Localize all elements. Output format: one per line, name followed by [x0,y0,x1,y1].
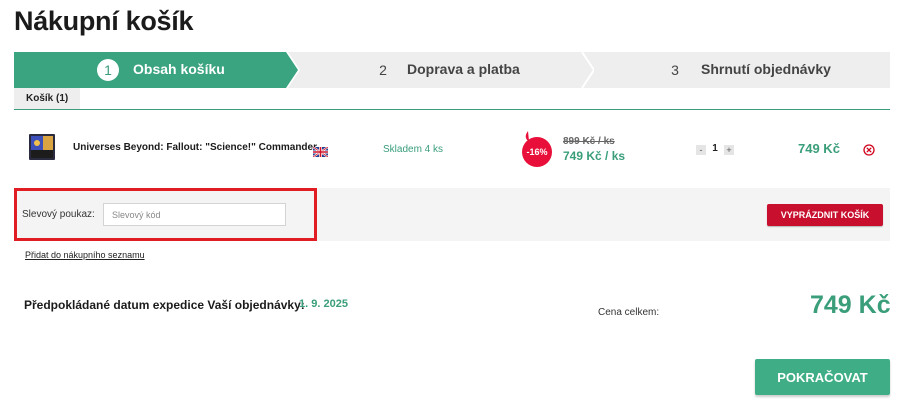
product-image[interactable] [26,131,58,163]
quantity-value[interactable]: 1 [711,143,719,154]
line-total: 749 Kč [798,141,840,156]
uk-flag-icon [312,144,329,158]
checkout-steps: 3 Shrnutí objednávky 2 Doprava a platba … [14,52,890,88]
total-label: Cena celkem: [598,307,660,318]
expedition-date: 1. 9. 2025 [299,298,348,310]
voucher-label: Slevový poukaz: [22,209,95,220]
step-summary-label: Shrnutí objednávky [701,61,831,77]
step-shipping-label: Doprava a platba [407,61,520,77]
step-shipping-number: 2 [379,62,387,78]
new-price: 749 Kč / ks [563,149,626,163]
tab-cart[interactable]: Košík (1) [14,88,81,109]
continue-button[interactable]: POKRAČOVAT [755,359,890,395]
step-cart-label: Obsah košíku [133,61,225,77]
product-box-icon [29,134,55,160]
product-name-link[interactable]: Universes Beyond: Fallout: "Science!" Co… [73,142,325,153]
step-cart-number: 1 [97,59,119,81]
empty-cart-button[interactable]: VYPRÁZDNIT KOŠÍK [767,204,883,226]
step-cart-contents[interactable]: 1 Obsah košíku [14,52,298,88]
tab-divider [14,109,890,110]
step-summary[interactable]: 3 Shrnutí objednávky [580,52,890,88]
step-shipping[interactable]: 2 Doprava a platba [288,52,594,88]
page-title: Nákupní košík [14,6,194,36]
close-circle-icon[interactable] [863,144,875,156]
expedition-label: Předpokládané datum expedice Vaší objedn… [24,298,305,312]
old-price: 899 Kč / ks [563,136,615,147]
quantity-increase-button[interactable]: + [724,145,734,155]
add-to-shopping-list-link[interactable]: Přidat do nákupního seznamu [25,250,145,260]
stock-status: Skladem 4 ks [383,144,444,155]
discount-badge: -16% [526,147,548,157]
step-summary-number: 3 [671,62,679,78]
total-value: 749 Kč [810,291,891,319]
voucher-code-input[interactable] [103,203,286,226]
quantity-decrease-button[interactable]: - [696,145,706,155]
